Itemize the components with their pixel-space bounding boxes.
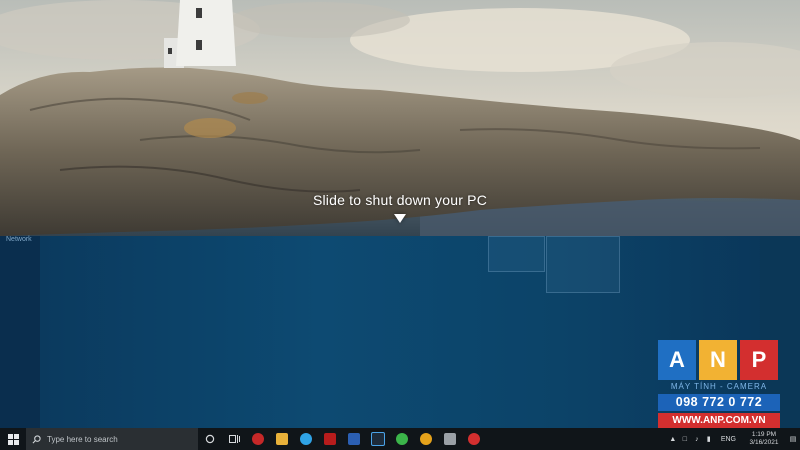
taskbar-app-button[interactable] <box>414 428 438 450</box>
app-red-icon <box>252 433 264 445</box>
anp-website: WWW.ANP.COM.VN <box>658 413 780 428</box>
volume-icon[interactable]: ♪ <box>691 436 703 443</box>
taskbar-app-button[interactable] <box>390 428 414 450</box>
windows-logo-pane <box>546 236 620 293</box>
anp-letter: N <box>699 340 737 380</box>
anp-watermark-logo: A N P MÁY TÍNH - CAMERA 098 772 0 772 WW… <box>658 340 780 432</box>
start-button[interactable] <box>0 428 26 450</box>
chrome-icon <box>420 433 432 445</box>
taskbar-search-box[interactable]: Type here to search <box>26 428 198 450</box>
photoshop-icon <box>371 432 385 446</box>
anp-letter: P <box>740 340 778 380</box>
down-arrow-icon <box>394 214 406 223</box>
windows-logo-pane <box>488 236 545 272</box>
network-icon[interactable]: □ <box>679 436 691 443</box>
chevron-up-icon[interactable]: ▲ <box>667 436 679 443</box>
battery-icon[interactable]: ▮ <box>703 435 715 443</box>
cortana-icon <box>205 434 215 444</box>
taskbar-app-button[interactable] <box>462 428 486 450</box>
network-label: Network <box>6 236 32 243</box>
clock[interactable]: 1:19 PM 3/16/2021 <box>742 431 786 447</box>
slide-to-shutdown-text: Slide to shut down your PC <box>312 192 488 208</box>
cortana-button[interactable] <box>198 428 222 450</box>
taskbar-app-button[interactable] <box>270 428 294 450</box>
line-icon <box>396 433 408 445</box>
clock-date: 3/16/2021 <box>749 439 779 446</box>
file-explorer-icon <box>276 433 288 445</box>
app-gray-icon <box>444 433 456 445</box>
search-placeholder: Type here to search <box>47 434 118 444</box>
taskbar-app-button[interactable] <box>366 428 390 450</box>
lock-screen-slide[interactable]: Slide to shut down your PC <box>0 0 800 236</box>
taskbar: Type here to search ▲ □ ♪ ▮ ENG 1:19 PM … <box>0 428 800 450</box>
taskbar-app-button[interactable] <box>438 428 462 450</box>
taskbar-app-button[interactable] <box>294 428 318 450</box>
word-icon <box>348 433 360 445</box>
taskbar-app-button[interactable] <box>246 428 270 450</box>
search-icon <box>32 434 41 443</box>
app-red2-icon <box>324 433 336 445</box>
anp-subtitle: MÁY TÍNH - CAMERA <box>670 382 768 391</box>
language-indicator[interactable]: ENG <box>721 436 736 443</box>
app-red3-icon <box>468 433 480 445</box>
anp-phone: 098 772 0 772 <box>658 394 780 411</box>
task-view-icon <box>228 435 240 443</box>
windows-logo-icon <box>7 433 19 445</box>
notification-icon[interactable]: ▤ <box>786 435 800 443</box>
taskbar-app-button[interactable] <box>318 428 342 450</box>
anp-letter: A <box>658 340 696 380</box>
task-view-button[interactable] <box>222 428 246 450</box>
system-tray: ▲ □ ♪ ▮ ENG 1:19 PM 3/16/2021 ▤ <box>667 428 800 450</box>
taskbar-app-button[interactable] <box>342 428 366 450</box>
clock-time: 1:19 PM <box>751 431 777 438</box>
edge-icon <box>300 433 312 445</box>
